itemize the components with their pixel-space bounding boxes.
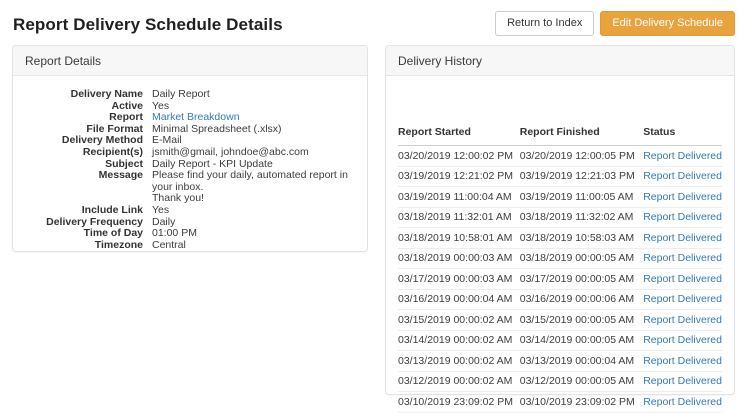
report-finished-cell: 03/20/2019 12:00:05 PM (519, 145, 644, 167)
detail-row: Timezone Central (23, 238, 357, 252)
report-started-cell: 03/14/2019 00:00:02 AM (398, 330, 520, 351)
detail-value: Please find your daily, automated report… (152, 169, 348, 205)
report-started-cell: 03/19/2019 12:21:02 PM (398, 166, 520, 187)
report-finished-cell: 03/18/2019 11:32:02 AM (519, 207, 644, 228)
report-delivered-link[interactable]: Report Delivered (643, 150, 722, 162)
table-row: 03/17/2019 00:00:03 AM 03/17/2019 00:00:… (398, 268, 722, 290)
report-finished-cell: 03/18/2019 00:00:05 AM (519, 248, 644, 269)
report-finished-cell: 03/18/2019 10:58:03 AM (519, 227, 644, 249)
report-finished-cell: 03/12/2019 00:00:05 AM (519, 371, 644, 392)
delivery-history-panel-title: Delivery History (386, 46, 734, 76)
column-header-status: Status (643, 121, 722, 146)
table-row: 03/19/2019 12:21:02 PM 03/19/2019 12:21:… (398, 166, 722, 187)
report-started-cell: 03/16/2019 00:00:04 AM (398, 289, 520, 310)
report-finished-cell: 03/10/2019 23:09:02 PM (519, 391, 644, 413)
report-details-fields: Delivery Name Daily Report Active Yes Re… (13, 76, 367, 251)
report-started-cell: 03/13/2019 00:00:02 AM (398, 350, 520, 372)
table-row: 03/19/2019 11:00:04 AM 03/19/2019 11:00:… (398, 186, 722, 208)
report-delivered-link[interactable]: Report Delivered (643, 396, 722, 408)
delivery-history-table-body: 03/20/2019 12:00:02 PM 03/20/2019 12:00:… (398, 145, 722, 413)
detail-label: Time of Day (83, 227, 143, 240)
page-title: Report Delivery Schedule Details (13, 15, 283, 34)
report-delivered-link[interactable]: Report Delivered (643, 355, 722, 367)
report-finished-cell: 03/15/2019 00:00:05 AM (519, 309, 644, 331)
table-row: 03/10/2019 23:09:02 PM 03/10/2019 23:09:… (398, 391, 722, 413)
detail-value: Central (152, 238, 186, 251)
detail-row: Include Link Yes (23, 203, 357, 217)
delivery-history-table: Report Started Report Finished Status 03… (398, 121, 722, 413)
table-row: 03/13/2019 00:00:02 AM 03/13/2019 00:00:… (398, 350, 722, 372)
column-header-report-finished: Report Finished (519, 121, 644, 146)
detail-row: Recipient(s) jsmith@gmail, johndoe@abc.c… (23, 145, 357, 159)
table-row: 03/16/2019 00:00:04 AM 03/16/2019 00:00:… (398, 289, 722, 310)
history-spacer (398, 76, 722, 121)
report-delivered-link[interactable]: Report Delivered (643, 314, 722, 326)
table-row: 03/18/2019 11:32:01 AM 03/18/2019 11:32:… (398, 207, 722, 228)
detail-row: Time of Day 01:00 PM (23, 228, 357, 240)
detail-label: Timezone (94, 238, 143, 251)
report-delivered-link[interactable]: Report Delivered (643, 191, 722, 203)
report-delivered-link[interactable]: Report Delivered (643, 334, 722, 346)
detail-value: 01:00 PM (152, 227, 197, 240)
table-row: 03/15/2019 00:00:02 AM 03/15/2019 00:00:… (398, 309, 722, 331)
report-finished-cell: 03/13/2019 00:00:04 AM (519, 350, 644, 372)
report-delivered-link[interactable]: Report Delivered (643, 252, 722, 264)
edit-delivery-schedule-button[interactable]: Edit Delivery Schedule (600, 11, 735, 36)
detail-label: Include Link (81, 203, 143, 216)
report-delivered-link[interactable]: Report Delivered (643, 211, 722, 223)
report-finished-cell: 03/19/2019 12:21:03 PM (519, 166, 644, 187)
report-finished-cell: 03/19/2019 11:00:05 AM (519, 186, 644, 208)
table-header-row: Report Started Report Finished Status (398, 121, 722, 146)
return-to-index-button[interactable]: Return to Index (495, 11, 595, 36)
detail-label: Delivery Name (70, 88, 143, 100)
column-header-report-started: Report Started (398, 121, 520, 146)
report-started-cell: 03/17/2019 00:00:03 AM (398, 268, 520, 290)
report-delivered-link[interactable]: Report Delivered (643, 293, 722, 305)
table-row: 03/14/2019 00:00:02 AM 03/14/2019 00:00:… (398, 330, 722, 351)
detail-row: Message Please find your daily, automate… (23, 169, 357, 205)
detail-label: Message (98, 169, 143, 182)
detail-value: jsmith@gmail, johndoe@abc.com (152, 145, 309, 158)
detail-row: Delivery Name Daily Report (23, 88, 357, 101)
report-started-cell: 03/20/2019 12:00:02 PM (398, 145, 520, 167)
toolbar: Return to Index Edit Delivery Schedule (495, 11, 735, 36)
report-started-cell: 03/18/2019 11:32:01 AM (398, 207, 520, 228)
report-started-cell: 03/18/2019 10:58:01 AM (398, 227, 520, 249)
report-delivered-link[interactable]: Report Delivered (643, 273, 722, 285)
table-row: 03/18/2019 10:58:01 AM 03/18/2019 10:58:… (398, 227, 722, 249)
report-started-cell: 03/15/2019 00:00:02 AM (398, 309, 520, 331)
table-row: 03/18/2019 00:00:03 AM 03/18/2019 00:00:… (398, 248, 722, 269)
report-delivered-link[interactable]: Report Delivered (643, 232, 722, 244)
report-started-cell: 03/10/2019 23:09:02 PM (398, 391, 520, 413)
report-started-cell: 03/18/2019 00:00:03 AM (398, 248, 520, 269)
delivery-history-body: Report Started Report Finished Status 03… (386, 76, 734, 413)
report-details-panel: Report Details Delivery Name Daily Repor… (12, 45, 368, 252)
report-delivered-link[interactable]: Report Delivered (643, 170, 722, 182)
report-finished-cell: 03/16/2019 00:00:06 AM (519, 289, 644, 310)
table-row: 03/20/2019 12:00:02 PM 03/20/2019 12:00:… (398, 145, 722, 167)
table-row: 03/12/2019 00:00:02 AM 03/12/2019 00:00:… (398, 371, 722, 392)
delivery-history-panel: Delivery History Report Started Report F… (385, 45, 735, 413)
report-finished-cell: 03/17/2019 00:00:05 AM (519, 268, 644, 290)
detail-label: Recipient(s) (82, 145, 143, 158)
report-delivered-link[interactable]: Report Delivered (643, 375, 722, 387)
report-details-panel-title: Report Details (13, 46, 367, 76)
detail-value: Daily Report (152, 88, 210, 100)
report-started-cell: 03/12/2019 00:00:02 AM (398, 371, 520, 392)
report-started-cell: 03/19/2019 11:00:04 AM (398, 186, 520, 208)
detail-value: Yes (152, 203, 170, 216)
report-finished-cell: 03/14/2019 00:00:05 AM (519, 330, 644, 351)
